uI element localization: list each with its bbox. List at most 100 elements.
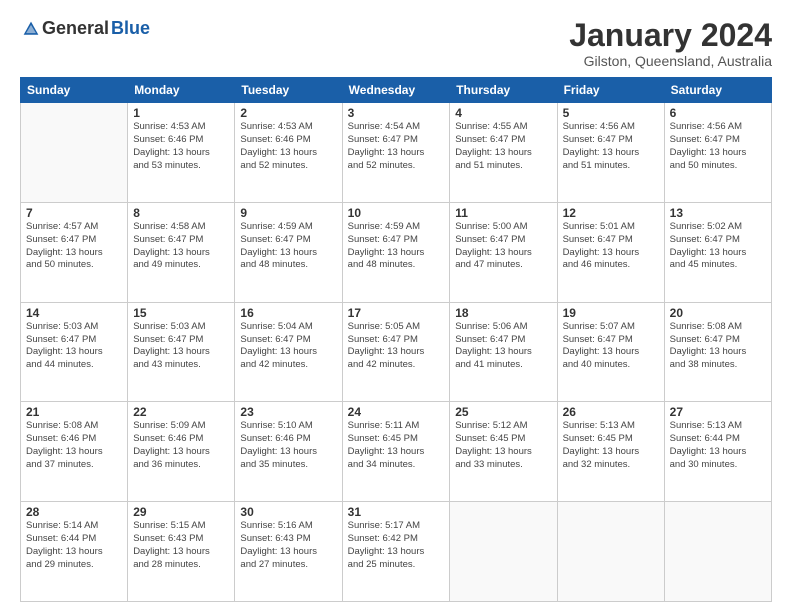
day-number: 25 — [455, 405, 551, 419]
header: GeneralBlue January 2024 Gilston, Queens… — [20, 18, 772, 69]
calendar-week-1: 1Sunrise: 4:53 AM Sunset: 6:46 PM Daylig… — [21, 103, 772, 203]
calendar-header-row: Sunday Monday Tuesday Wednesday Thursday… — [21, 78, 772, 103]
day-number: 2 — [240, 106, 336, 120]
calendar-day: 30Sunrise: 5:16 AM Sunset: 6:43 PM Dayli… — [235, 502, 342, 602]
day-number: 7 — [26, 206, 122, 220]
day-info: Sunrise: 5:17 AM Sunset: 6:42 PM Dayligh… — [348, 520, 445, 571]
calendar-day — [450, 502, 557, 602]
calendar-day: 2Sunrise: 4:53 AM Sunset: 6:46 PM Daylig… — [235, 103, 342, 203]
calendar-day: 23Sunrise: 5:10 AM Sunset: 6:46 PM Dayli… — [235, 402, 342, 502]
day-info: Sunrise: 5:14 AM Sunset: 6:44 PM Dayligh… — [26, 520, 122, 571]
day-number: 31 — [348, 505, 445, 519]
day-info: Sunrise: 5:09 AM Sunset: 6:46 PM Dayligh… — [133, 420, 229, 471]
col-monday: Monday — [128, 78, 235, 103]
calendar-day — [21, 103, 128, 203]
day-info: Sunrise: 5:07 AM Sunset: 6:47 PM Dayligh… — [563, 321, 659, 372]
calendar-week-4: 21Sunrise: 5:08 AM Sunset: 6:46 PM Dayli… — [21, 402, 772, 502]
day-number: 4 — [455, 106, 551, 120]
day-number: 3 — [348, 106, 445, 120]
day-info: Sunrise: 5:08 AM Sunset: 6:46 PM Dayligh… — [26, 420, 122, 471]
day-info: Sunrise: 4:59 AM Sunset: 6:47 PM Dayligh… — [348, 221, 445, 272]
day-info: Sunrise: 5:00 AM Sunset: 6:47 PM Dayligh… — [455, 221, 551, 272]
day-info: Sunrise: 5:03 AM Sunset: 6:47 PM Dayligh… — [133, 321, 229, 372]
calendar-day — [664, 502, 771, 602]
col-sunday: Sunday — [21, 78, 128, 103]
day-number: 6 — [670, 106, 766, 120]
day-number: 15 — [133, 306, 229, 320]
day-info: Sunrise: 4:58 AM Sunset: 6:47 PM Dayligh… — [133, 221, 229, 272]
day-number: 5 — [563, 106, 659, 120]
day-info: Sunrise: 4:55 AM Sunset: 6:47 PM Dayligh… — [455, 121, 551, 172]
day-number: 17 — [348, 306, 445, 320]
calendar-day: 24Sunrise: 5:11 AM Sunset: 6:45 PM Dayli… — [342, 402, 450, 502]
day-info: Sunrise: 5:01 AM Sunset: 6:47 PM Dayligh… — [563, 221, 659, 272]
calendar-day: 26Sunrise: 5:13 AM Sunset: 6:45 PM Dayli… — [557, 402, 664, 502]
calendar-day: 21Sunrise: 5:08 AM Sunset: 6:46 PM Dayli… — [21, 402, 128, 502]
day-number: 9 — [240, 206, 336, 220]
day-number: 23 — [240, 405, 336, 419]
logo-icon — [22, 20, 40, 38]
calendar-day: 19Sunrise: 5:07 AM Sunset: 6:47 PM Dayli… — [557, 302, 664, 402]
calendar-day: 9Sunrise: 4:59 AM Sunset: 6:47 PM Daylig… — [235, 202, 342, 302]
day-number: 26 — [563, 405, 659, 419]
calendar-day: 13Sunrise: 5:02 AM Sunset: 6:47 PM Dayli… — [664, 202, 771, 302]
calendar-day: 22Sunrise: 5:09 AM Sunset: 6:46 PM Dayli… — [128, 402, 235, 502]
calendar-day: 5Sunrise: 4:56 AM Sunset: 6:47 PM Daylig… — [557, 103, 664, 203]
day-number: 21 — [26, 405, 122, 419]
title-block: January 2024 Gilston, Queensland, Austra… — [569, 18, 772, 69]
day-number: 8 — [133, 206, 229, 220]
calendar-day: 31Sunrise: 5:17 AM Sunset: 6:42 PM Dayli… — [342, 502, 450, 602]
day-info: Sunrise: 5:06 AM Sunset: 6:47 PM Dayligh… — [455, 321, 551, 372]
calendar-day: 4Sunrise: 4:55 AM Sunset: 6:47 PM Daylig… — [450, 103, 557, 203]
calendar-day: 7Sunrise: 4:57 AM Sunset: 6:47 PM Daylig… — [21, 202, 128, 302]
month-title: January 2024 — [569, 18, 772, 53]
col-thursday: Thursday — [450, 78, 557, 103]
calendar-day: 10Sunrise: 4:59 AM Sunset: 6:47 PM Dayli… — [342, 202, 450, 302]
day-number: 24 — [348, 405, 445, 419]
col-friday: Friday — [557, 78, 664, 103]
calendar-day: 14Sunrise: 5:03 AM Sunset: 6:47 PM Dayli… — [21, 302, 128, 402]
calendar-day: 29Sunrise: 5:15 AM Sunset: 6:43 PM Dayli… — [128, 502, 235, 602]
day-info: Sunrise: 5:03 AM Sunset: 6:47 PM Dayligh… — [26, 321, 122, 372]
day-number: 29 — [133, 505, 229, 519]
day-info: Sunrise: 4:59 AM Sunset: 6:47 PM Dayligh… — [240, 221, 336, 272]
day-number: 11 — [455, 206, 551, 220]
calendar-day: 8Sunrise: 4:58 AM Sunset: 6:47 PM Daylig… — [128, 202, 235, 302]
calendar-day: 11Sunrise: 5:00 AM Sunset: 6:47 PM Dayli… — [450, 202, 557, 302]
day-info: Sunrise: 5:02 AM Sunset: 6:47 PM Dayligh… — [670, 221, 766, 272]
calendar-day: 12Sunrise: 5:01 AM Sunset: 6:47 PM Dayli… — [557, 202, 664, 302]
day-number: 27 — [670, 405, 766, 419]
day-number: 18 — [455, 306, 551, 320]
day-number: 10 — [348, 206, 445, 220]
day-info: Sunrise: 4:53 AM Sunset: 6:46 PM Dayligh… — [240, 121, 336, 172]
col-saturday: Saturday — [664, 78, 771, 103]
calendar-day: 6Sunrise: 4:56 AM Sunset: 6:47 PM Daylig… — [664, 103, 771, 203]
logo-general-text: General — [42, 18, 109, 39]
day-number: 30 — [240, 505, 336, 519]
day-info: Sunrise: 4:57 AM Sunset: 6:47 PM Dayligh… — [26, 221, 122, 272]
day-info: Sunrise: 5:13 AM Sunset: 6:45 PM Dayligh… — [563, 420, 659, 471]
calendar: Sunday Monday Tuesday Wednesday Thursday… — [20, 77, 772, 602]
day-info: Sunrise: 4:53 AM Sunset: 6:46 PM Dayligh… — [133, 121, 229, 172]
calendar-week-3: 14Sunrise: 5:03 AM Sunset: 6:47 PM Dayli… — [21, 302, 772, 402]
day-number: 13 — [670, 206, 766, 220]
calendar-day: 15Sunrise: 5:03 AM Sunset: 6:47 PM Dayli… — [128, 302, 235, 402]
day-info: Sunrise: 5:16 AM Sunset: 6:43 PM Dayligh… — [240, 520, 336, 571]
calendar-day: 17Sunrise: 5:05 AM Sunset: 6:47 PM Dayli… — [342, 302, 450, 402]
calendar-day: 20Sunrise: 5:08 AM Sunset: 6:47 PM Dayli… — [664, 302, 771, 402]
calendar-day — [557, 502, 664, 602]
day-info: Sunrise: 5:04 AM Sunset: 6:47 PM Dayligh… — [240, 321, 336, 372]
logo-blue-text: Blue — [111, 18, 150, 39]
day-number: 19 — [563, 306, 659, 320]
day-number: 1 — [133, 106, 229, 120]
day-number: 22 — [133, 405, 229, 419]
day-info: Sunrise: 5:05 AM Sunset: 6:47 PM Dayligh… — [348, 321, 445, 372]
day-info: Sunrise: 4:56 AM Sunset: 6:47 PM Dayligh… — [670, 121, 766, 172]
logo: GeneralBlue — [20, 18, 150, 39]
day-info: Sunrise: 5:13 AM Sunset: 6:44 PM Dayligh… — [670, 420, 766, 471]
col-tuesday: Tuesday — [235, 78, 342, 103]
day-info: Sunrise: 5:10 AM Sunset: 6:46 PM Dayligh… — [240, 420, 336, 471]
location: Gilston, Queensland, Australia — [569, 53, 772, 69]
day-info: Sunrise: 5:12 AM Sunset: 6:45 PM Dayligh… — [455, 420, 551, 471]
page: GeneralBlue January 2024 Gilston, Queens… — [0, 0, 792, 612]
